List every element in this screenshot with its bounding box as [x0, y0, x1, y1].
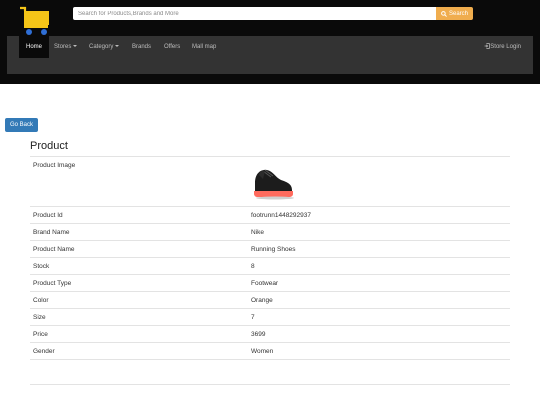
- table-row: Color Orange: [30, 292, 510, 309]
- search-button-label: Search: [448, 10, 468, 17]
- search-input[interactable]: [73, 7, 436, 20]
- nav-label: Category: [89, 44, 114, 50]
- nav-item-mall-map[interactable]: Mall map: [185, 36, 223, 58]
- navbar: Home Stores Category Brands Offers Mall …: [7, 36, 533, 74]
- sneaker-image: [254, 169, 294, 200]
- table-row: Price 3699: [30, 326, 510, 343]
- table-row: Product Id footrunn1448292937: [30, 207, 510, 224]
- row-label: Color: [33, 297, 49, 304]
- search-bar: Search: [73, 7, 473, 20]
- table-row: Product Type Footwear: [30, 275, 510, 292]
- row-label: Stock: [33, 263, 50, 270]
- top-header: Search Home Stores Category Brands Offer…: [0, 0, 540, 84]
- table-row: Brand Name Nike: [30, 224, 510, 241]
- shopping-cart-icon[interactable]: [19, 6, 51, 36]
- caret-down-icon: [115, 45, 120, 48]
- nav-item-stores[interactable]: Stores: [47, 36, 84, 58]
- nav-label: Home: [26, 44, 43, 50]
- row-label: Price: [33, 331, 48, 338]
- go-back-button[interactable]: Go Back: [5, 118, 38, 132]
- nav-item-offers[interactable]: Offers: [157, 36, 187, 58]
- nav-label: Brands: [132, 44, 152, 50]
- row-label: Product Id: [33, 212, 63, 219]
- search-button[interactable]: Search: [436, 7, 473, 20]
- row-label: Product Image: [33, 162, 76, 169]
- table-row: Size 7: [30, 309, 510, 326]
- table-footer-divider: [30, 360, 510, 385]
- nav-item-category[interactable]: Category: [82, 36, 126, 58]
- row-label: Product Name: [33, 246, 75, 253]
- row-value: footrunn1448292937: [251, 212, 312, 219]
- row-value: Running Shoes: [251, 246, 296, 253]
- page-title: Product: [30, 140, 68, 152]
- row-value: Women: [251, 348, 274, 355]
- row-label: Size: [33, 314, 46, 321]
- caret-down-icon: [73, 45, 78, 48]
- nav-label: Mall map: [192, 44, 217, 50]
- table-row: Product Image: [30, 157, 510, 207]
- table-row: Gender Women: [30, 343, 510, 360]
- row-label: Gender: [33, 348, 55, 355]
- table-row: Product Name Running Shoes: [30, 241, 510, 258]
- store-login-label: Store Login: [490, 44, 521, 50]
- nav-item-home[interactable]: Home: [19, 36, 50, 58]
- row-label: Brand Name: [33, 229, 70, 236]
- row-value: 8: [251, 263, 255, 270]
- nav-label: Stores: [54, 44, 72, 50]
- row-value: 3699: [251, 331, 266, 338]
- row-value: Footwear: [251, 280, 279, 287]
- nav-item-brands[interactable]: Brands: [125, 36, 158, 58]
- row-label: Product Type: [33, 280, 72, 287]
- row-value: Orange: [251, 297, 273, 304]
- table-row: Stock 8: [30, 258, 510, 275]
- row-value: Nike: [251, 229, 265, 236]
- nav-label: Offers: [164, 44, 181, 50]
- search-icon: [441, 10, 447, 17]
- store-login-link[interactable]: Store Login: [484, 36, 521, 58]
- row-value: 7: [251, 314, 255, 321]
- product-details-table: Product Image Product Id footrunn14482929…: [30, 156, 510, 385]
